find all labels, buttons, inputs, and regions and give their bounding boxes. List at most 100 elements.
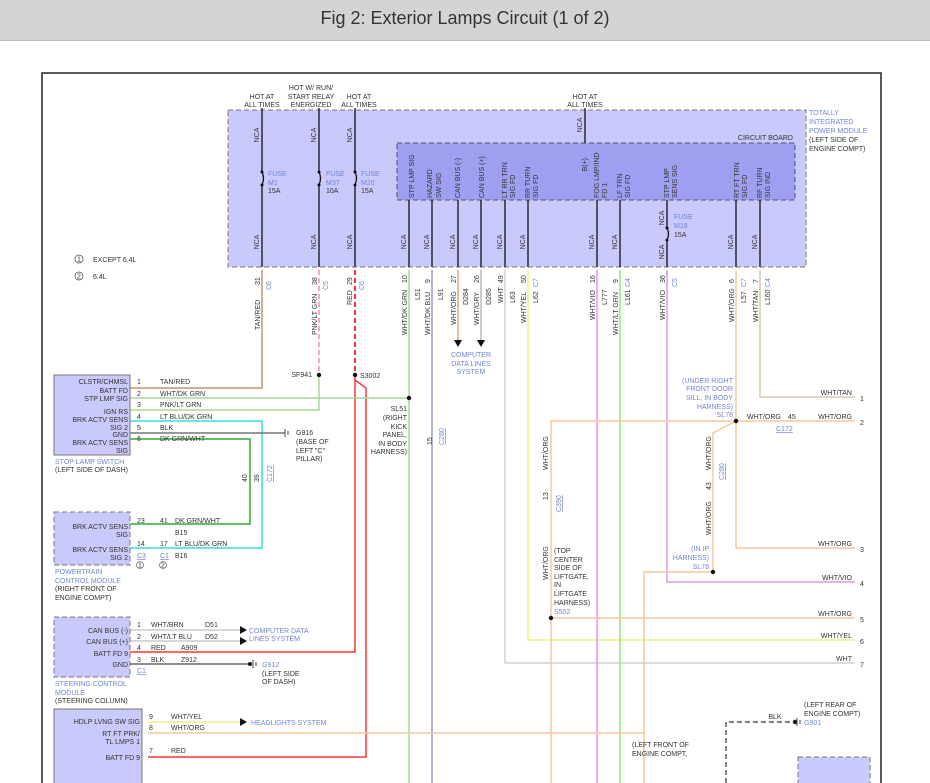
svg-text:CAN BUS (-): CAN BUS (-): [455, 158, 462, 198]
svg-text:COMPUTER DATA: COMPUTER DATA: [249, 628, 309, 635]
svg-text:(LEFT FRONT OF: (LEFT FRONT OF: [632, 742, 689, 749]
svg-text:C1: C1: [160, 553, 169, 560]
svg-text:S502: S502: [554, 609, 570, 616]
svg-text:1: 1: [137, 622, 141, 629]
svg-text:WHT/ORG: WHT/ORG: [729, 288, 736, 322]
svg-text:HARNESS): HARNESS): [554, 600, 590, 607]
svg-text:L63: L63: [510, 291, 517, 303]
svg-text:WHT/ORG: WHT/ORG: [706, 436, 713, 470]
svg-text:3: 3: [137, 657, 141, 664]
svg-text:NCA: NCA: [659, 244, 666, 259]
svg-text:CLSTR/CHMSL: CLSTR/CHMSL: [79, 379, 129, 386]
svg-text:NCA: NCA: [450, 234, 457, 249]
svg-text:CONTROL MODULE: CONTROL MODULE: [55, 578, 121, 585]
svg-text:WHT/ORG: WHT/ORG: [747, 414, 781, 421]
svg-text:SIG FD: SIG FD: [625, 175, 632, 198]
svg-text:CAN BUS (+): CAN BUS (+): [86, 639, 128, 646]
svg-text:STP LMP SIG: STP LMP SIG: [84, 396, 128, 403]
svg-text:NCA: NCA: [401, 234, 408, 249]
svg-text:FRONT DOOR: FRONT DOOR: [686, 386, 733, 393]
svg-text:C172: C172: [267, 465, 274, 482]
svg-text:2: 2: [161, 563, 165, 570]
svg-text:(TOP: (TOP: [554, 548, 571, 555]
svg-text:HARNESS): HARNESS): [697, 404, 733, 411]
svg-text:15: 15: [427, 437, 434, 445]
svg-text:WHT/ORG: WHT/ORG: [171, 725, 205, 732]
svg-text:L62: L62: [533, 291, 540, 303]
svg-text:CAN BUS (-): CAN BUS (-): [88, 628, 128, 635]
svg-text:14: 14: [137, 541, 145, 548]
svg-text:SILL, IN BODY: SILL, IN BODY: [686, 395, 733, 402]
svg-text:G912: G912: [262, 662, 279, 669]
svg-text:WHT/VIO: WHT/VIO: [822, 575, 852, 582]
svg-text:IN: IN: [554, 582, 561, 589]
svg-text:WHT/DK GRN: WHT/DK GRN: [402, 290, 409, 335]
svg-text:SL78: SL78: [717, 412, 733, 419]
svg-text:D51: D51: [205, 622, 218, 629]
svg-text:SIG 2: SIG 2: [110, 555, 128, 562]
circuit-board-label: CIRCUIT BOARD: [738, 135, 793, 142]
svg-text:POWERTRAIN: POWERTRAIN: [55, 569, 102, 576]
svg-text:C172: C172: [776, 426, 793, 433]
splice-s3002: S3002: [360, 373, 380, 380]
svg-text:WHT/GRY: WHT/GRY: [474, 292, 481, 325]
svg-text:ALL TIMES: ALL TIMES: [341, 102, 377, 109]
headlights-system-link[interactable]: HEADLIGHTS SYSTEM: [251, 720, 327, 727]
svg-text:9: 9: [613, 279, 620, 283]
svg-text:M1: M1: [268, 180, 278, 187]
svg-text:38: 38: [312, 277, 319, 285]
svg-text:1: 1: [137, 379, 141, 386]
wiring-diagram: 1 EXCEPT 6.4L 2 6.4L CIRCUIT BOARD TOTAL…: [41, 72, 882, 783]
svg-text:9: 9: [425, 279, 432, 283]
svg-text:LT BLU/DK GRN: LT BLU/DK GRN: [175, 541, 227, 548]
svg-text:BLK: BLK: [160, 425, 174, 432]
svg-text:2: 2: [860, 420, 864, 427]
svg-text:INTEGRATED: INTEGRATED: [809, 119, 854, 126]
svg-text:C390: C390: [556, 495, 563, 512]
svg-text:(RIGHT FRONT OF: (RIGHT FRONT OF: [55, 586, 117, 593]
svg-text:HDLP LVNG SW SIG: HDLP LVNG SW SIG: [74, 719, 140, 726]
svg-text:L161: L161: [625, 289, 632, 305]
svg-text:6: 6: [860, 639, 864, 646]
svg-text:45: 45: [788, 414, 796, 421]
svg-text:15A: 15A: [674, 232, 687, 239]
svg-text:POWER MODULE: POWER MODULE: [809, 128, 868, 135]
svg-text:G916: G916: [296, 430, 313, 437]
svg-text:WHT/TAN: WHT/TAN: [753, 291, 760, 322]
svg-text:NCA: NCA: [659, 210, 666, 225]
svg-text:WHT/ORG: WHT/ORG: [818, 541, 852, 548]
svg-text:CAN BUS (+): CAN BUS (+): [479, 156, 486, 198]
svg-text:C5: C5: [672, 278, 679, 287]
svg-text:RED: RED: [151, 645, 166, 652]
svg-text:13: 13: [543, 492, 550, 500]
svg-text:PANEL,: PANEL,: [383, 432, 407, 439]
computer-data-lines-label[interactable]: COMPUTER DATA LINESSYSTEM: [451, 352, 491, 376]
svg-text:5: 5: [860, 617, 864, 624]
svg-text:NCA: NCA: [577, 117, 584, 132]
svg-text:36: 36: [660, 275, 667, 283]
svg-text:LIFTGATE: LIFTGATE: [554, 591, 587, 598]
svg-text:B15: B15: [175, 530, 188, 537]
svg-text:SW SIG: SW SIG: [436, 173, 443, 198]
svg-text:DK GRN/WHT: DK GRN/WHT: [175, 518, 221, 525]
svg-text:BATT FD 9: BATT FD 9: [106, 755, 140, 762]
svg-text:TOTALLY: TOTALLY: [809, 110, 839, 117]
svg-text:(STEERING COLUMN): (STEERING COLUMN): [55, 698, 128, 705]
svg-text:BATT FD: BATT FD: [99, 388, 128, 395]
svg-text:WHT/DK GRN: WHT/DK GRN: [160, 391, 205, 398]
svg-text:L51: L51: [415, 288, 422, 300]
svg-text:FD 1: FD 1: [602, 183, 609, 198]
svg-text:4: 4: [860, 581, 864, 588]
svg-text:NCA: NCA: [752, 234, 759, 249]
svg-text:HOT AT: HOT AT: [573, 94, 598, 101]
svg-text:GND: GND: [112, 432, 128, 439]
scm-computer-data-label[interactable]: COMPUTER DATALINES SYSTEM: [249, 628, 309, 643]
svg-text:C4: C4: [765, 278, 772, 287]
svg-text:RED: RED: [171, 748, 186, 755]
svg-text:BRK ACTV SENS: BRK ACTV SENS: [72, 547, 128, 554]
svg-text:5: 5: [137, 425, 141, 432]
svg-text:MODULE: MODULE: [55, 690, 85, 697]
svg-text:WHT/ORG: WHT/ORG: [818, 611, 852, 618]
svg-text:15A: 15A: [361, 188, 374, 195]
svg-text:7: 7: [753, 279, 760, 283]
